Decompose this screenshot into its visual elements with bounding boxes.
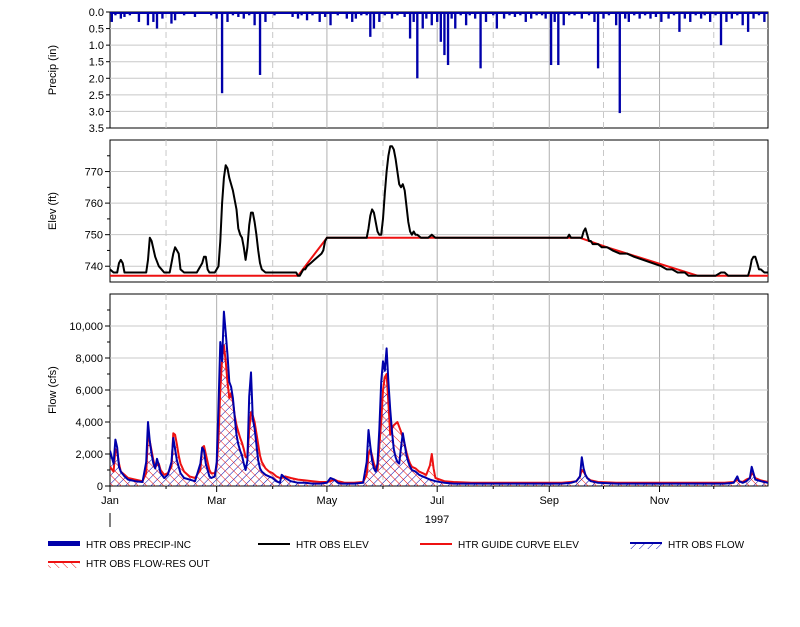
precip-bar <box>220 12 224 94</box>
y-tick-label: 760 <box>85 198 103 210</box>
precip-bar <box>408 12 412 39</box>
precip-bar <box>479 12 482 69</box>
precip-bar <box>372 12 376 29</box>
precip-bar <box>719 12 723 46</box>
legend-label: HTR OBS ELEV <box>296 540 369 551</box>
precip-bar <box>549 12 553 66</box>
legend-item: HTR OBS FLOW-RES OUT <box>48 559 210 570</box>
legend-swatch <box>48 541 80 546</box>
legend-label: HTR OBS FLOW <box>668 540 745 551</box>
precip-y-ticks: 0.0 0.5 1.0 1.5 2.0 2.5 3.0 3.5 <box>89 7 110 135</box>
x-tick-label: Mar <box>207 495 226 507</box>
y-tick-label: 0.5 <box>89 24 104 36</box>
y-tick-label: 1.5 <box>89 57 104 69</box>
y-tick-label: 750 <box>85 230 103 242</box>
y-tick-label: 2,000 <box>75 449 103 461</box>
y-tick-label: 0.0 <box>89 7 104 19</box>
x-axis: Jan Mar May Jul Sep Nov <box>101 486 715 507</box>
precip-bar <box>443 12 446 56</box>
precip-bar <box>454 12 457 29</box>
legend-label: HTR OBS FLOW-RES OUT <box>86 559 210 570</box>
precip-bar <box>155 12 159 29</box>
precip-bar <box>678 12 681 32</box>
precip-bar <box>369 12 372 37</box>
flow-y-label: Flow (cfs) <box>47 366 59 414</box>
flow-panel: 0 2,000 4,000 6,000 8,000 10,000 Flow (cfs) <box>47 293 769 493</box>
precip-bar <box>416 12 419 79</box>
precip-bar <box>446 12 450 66</box>
precip-panel: 0.0 0.5 1.0 1.5 2.0 2.5 3.0 3.5 Precip (in) <box>47 7 769 135</box>
precip-y-label: Precip (in) <box>47 45 59 95</box>
legend-label: HTR GUIDE CURVE ELEV <box>458 540 579 551</box>
precip-bar <box>421 12 424 29</box>
precip-bar <box>618 12 621 114</box>
y-tick-label: 10,000 <box>69 321 103 333</box>
x-tick-label: May <box>317 495 338 507</box>
y-tick-label: 770 <box>85 167 103 179</box>
y-tick-label: 6,000 <box>75 385 103 397</box>
legend-label: HTR OBS PRECIP-INC <box>86 540 191 551</box>
elev-panel: 740 750 760 770 Elev (ft) <box>47 139 769 283</box>
legend: HTR OBS PRECIP-INC HTR OBS ELEV HTR GUIDE … <box>48 540 745 570</box>
precip-bar <box>258 12 262 75</box>
y-tick-label: 3.5 <box>89 123 104 135</box>
legend-item: HTR GUIDE CURVE ELEV <box>420 540 579 551</box>
y-tick-label: 4,000 <box>75 417 103 429</box>
precip-bar <box>439 12 442 42</box>
chart-canvas: 0.0 0.5 1.0 1.5 2.0 2.5 3.0 3.5 Precip (in) 740… <box>47 7 769 570</box>
x-tick-label: Jul <box>430 495 444 507</box>
elev-y-label: Elev (ft) <box>47 192 59 230</box>
legend-item: HTR OBS PRECIP-INC <box>48 540 191 551</box>
x-tick-label: Nov <box>650 495 670 507</box>
flow-y-ticks: 0 2,000 4,000 6,000 8,000 10,000 <box>69 309 110 493</box>
precip-bar <box>746 12 750 32</box>
y-tick-label: 2.5 <box>89 90 104 102</box>
y-tick-label: 0 <box>97 481 103 493</box>
elev-plot-frame <box>109 139 769 283</box>
precip-bar <box>495 12 499 29</box>
legend-item: HTR OBS ELEV <box>258 540 369 551</box>
y-tick-label: 2.0 <box>89 73 104 85</box>
x-axis-year-label: 1997 <box>425 514 449 526</box>
y-tick-label: 8,000 <box>75 353 103 365</box>
x-tick-label: Jan <box>101 495 119 507</box>
legend-item: HTR OBS FLOW <box>630 540 745 551</box>
x-tick-label: Sep <box>539 495 559 507</box>
elev-y-ticks: 740 750 760 770 <box>85 155 110 273</box>
y-tick-label: 3.0 <box>89 106 104 118</box>
y-tick-label: 1.0 <box>89 40 104 52</box>
precip-bar <box>557 12 560 66</box>
y-tick-label: 740 <box>85 261 103 273</box>
precip-bar <box>596 12 600 69</box>
precip-plot-frame <box>109 11 769 129</box>
